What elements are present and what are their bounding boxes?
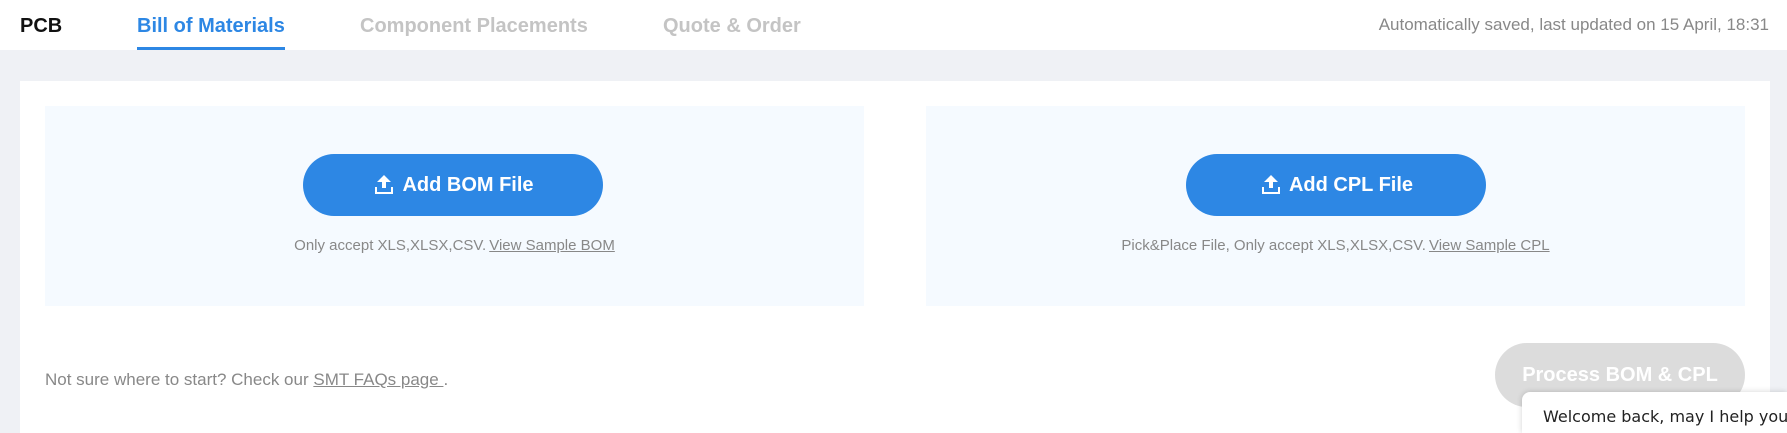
add-cpl-file-button[interactable]: Add CPL File (1186, 154, 1486, 216)
upload-icon (1259, 173, 1283, 197)
upload-icon (372, 173, 396, 197)
active-tab-indicator (137, 47, 285, 50)
bom-file-hint: Only accept XLS,XLSX,CSV. View Sample BOM (45, 237, 864, 254)
cpl-hint-text: Pick&Place File, Only accept XLS,XLSX,CS… (1121, 237, 1426, 254)
upload-card: Add BOM File Only accept XLS,XLSX,CSV. Vi… (20, 81, 1770, 433)
top-navigation-bar: PCB Bill of Materials Component Placemen… (0, 0, 1787, 50)
view-sample-cpl-link[interactable]: View Sample CPL (1429, 237, 1550, 254)
add-bom-file-button[interactable]: Add BOM File (303, 154, 603, 216)
smt-faqs-link[interactable]: SMT FAQs page (313, 370, 443, 389)
tab-bill-of-materials-label: Bill of Materials (137, 15, 285, 37)
cpl-upload-panel: Add CPL File Pick&Place File, Only accep… (926, 106, 1745, 306)
bom-upload-panel: Add BOM File Only accept XLS,XLSX,CSV. Vi… (45, 106, 864, 306)
faq-prefix-text: Not sure where to start? Check our (45, 370, 309, 389)
add-cpl-file-label: Add CPL File (1288, 173, 1414, 196)
faq-suffix-text: . (443, 370, 449, 389)
cpl-file-hint: Pick&Place File, Only accept XLS,XLSX,CS… (926, 237, 1745, 254)
chat-welcome-bubble[interactable]: Welcome back, may I help you? (1522, 392, 1787, 433)
tab-pcb[interactable]: PCB (20, 14, 62, 38)
tab-component-placements[interactable]: Component Placements (360, 14, 588, 38)
tab-bill-of-materials[interactable]: Bill of Materials (137, 14, 285, 50)
bom-hint-text: Only accept XLS,XLSX,CSV. (294, 237, 487, 254)
faq-prompt: Not sure where to start? Check our SMT F… (45, 370, 448, 390)
tab-quote-and-order[interactable]: Quote & Order (663, 14, 801, 38)
view-sample-bom-link[interactable]: View Sample BOM (489, 237, 615, 254)
add-bom-file-label: Add BOM File (402, 173, 534, 196)
autosave-status: Automatically saved, last updated on 15 … (1378, 15, 1769, 34)
